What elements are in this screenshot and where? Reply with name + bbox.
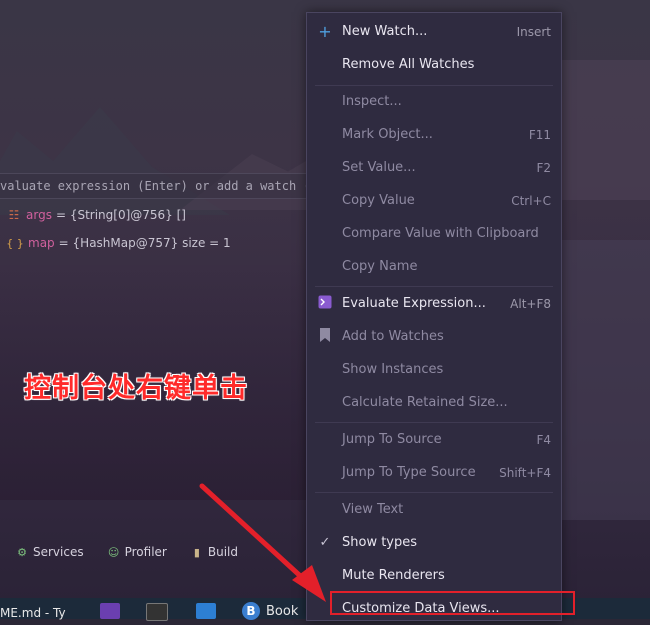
book-app-icon: B: [242, 602, 260, 620]
tool-tab-profiler[interactable]: ☺ Profiler: [92, 545, 175, 559]
menu-item-inspect[interactable]: Inspect...: [307, 85, 561, 118]
services-icon: ⚙: [17, 545, 27, 559]
variable-name: args: [26, 208, 52, 222]
menu-item-copy-value[interactable]: Copy Value Ctrl+C: [307, 184, 561, 217]
tool-tab-label: Profiler: [124, 545, 167, 559]
taskbar-item-book[interactable]: B Book: [242, 602, 298, 620]
menu-item-jump-to-source[interactable]: Jump To Source F4: [307, 423, 561, 456]
menu-item-show-types[interactable]: ✓ Show types: [307, 526, 561, 559]
build-icon: ▮: [193, 545, 200, 559]
highlight-box: [330, 591, 575, 615]
variable-name: map: [28, 236, 55, 250]
checkmark-icon: ✓: [319, 535, 331, 550]
tool-tab-services[interactable]: ⚙ Services: [0, 545, 92, 559]
tool-tab-label: Services: [33, 545, 84, 559]
taskbar-item-label: Book: [266, 603, 299, 619]
menu-item-add-to-watches[interactable]: Add to Watches: [307, 320, 561, 353]
menu-item-mute-renderers[interactable]: Mute Renderers: [307, 559, 561, 592]
menu-item-new-watch[interactable]: + New Watch... Insert: [307, 15, 561, 48]
tool-tab-label: Build: [207, 545, 238, 559]
object-icon: { }: [6, 236, 24, 250]
variable-row-args[interactable]: ☷ args = {String[0]@756} []: [6, 204, 186, 226]
menu-item-view-text[interactable]: View Text: [307, 493, 561, 526]
variable-row-map[interactable]: { } map = {HashMap@757} size = 1: [6, 232, 231, 254]
terminal-icon[interactable]: [146, 603, 168, 621]
context-menu: + New Watch... Insert Remove All Watches…: [306, 12, 562, 621]
menu-item-jump-to-type-source[interactable]: Jump To Type Source Shift+F4: [307, 456, 561, 489]
variable-value: = {String[0]@756} []: [55, 208, 186, 222]
variable-value: = {HashMap@757} size = 1: [58, 236, 231, 250]
tool-window-bar: ⚙ Services ☺ Profiler ▮ Build: [0, 540, 310, 564]
menu-item-remove-all-watches[interactable]: Remove All Watches: [307, 48, 561, 81]
menu-item-compare-value[interactable]: Compare Value with Clipboard: [307, 217, 561, 250]
menu-item-set-value[interactable]: Set Value... F2: [307, 151, 561, 184]
background-rock: [550, 60, 650, 200]
plus-icon: +: [318, 22, 332, 41]
tool-tab-build[interactable]: ▮ Build: [175, 545, 246, 559]
menu-item-mark-object[interactable]: Mark Object... F11: [307, 118, 561, 151]
vscode-icon[interactable]: [196, 603, 216, 619]
menu-item-show-instances[interactable]: Show Instances: [307, 353, 561, 386]
array-icon: ☷: [8, 208, 20, 222]
profiler-icon: ☺: [107, 545, 120, 559]
app-icon[interactable]: [100, 603, 120, 619]
menu-item-copy-name[interactable]: Copy Name: [307, 250, 561, 283]
evaluate-expression-input[interactable]: valuate expression (Enter) or add a watc…: [0, 173, 320, 199]
menu-item-calculate-retained-size[interactable]: Calculate Retained Size...: [307, 386, 561, 419]
taskbar-item-readme[interactable]: ME.md - Ty: [0, 606, 66, 620]
bookmark-icon: [317, 327, 333, 346]
annotation-label: 控制台处右键单击: [24, 373, 248, 404]
console-icon: [317, 295, 333, 313]
menu-item-evaluate-expression[interactable]: Evaluate Expression... Alt+F8: [307, 287, 561, 320]
